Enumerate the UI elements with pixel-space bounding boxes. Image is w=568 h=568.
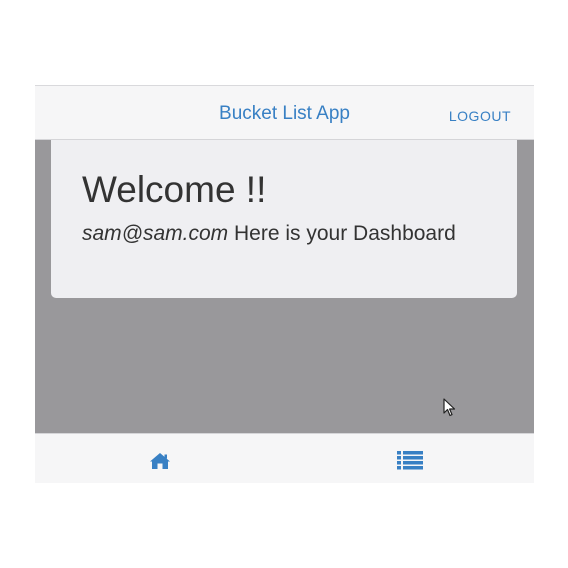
- tab-home[interactable]: [35, 434, 284, 483]
- user-email: sam@sam.com: [82, 222, 229, 245]
- tab-list[interactable]: [285, 434, 534, 483]
- header-bar: Bucket List App LOGOUT: [35, 85, 534, 140]
- dashboard-message: sam@sam.com Here is your Dashboard: [82, 222, 517, 246]
- welcome-heading: Welcome !!: [82, 169, 267, 210]
- app-frame: Bucket List App LOGOUT Welcome !! sam@sa…: [35, 85, 534, 483]
- content-area: Welcome !! sam@sam.com Here is your Dash…: [35, 140, 534, 433]
- mouse-cursor-icon: [443, 398, 456, 417]
- tab-bar: [35, 433, 534, 483]
- logout-button[interactable]: LOGOUT: [449, 108, 511, 124]
- dashboard-message-text: Here is your Dashboard: [228, 222, 456, 245]
- list-icon: [397, 451, 423, 470]
- welcome-card: Welcome !! sam@sam.com Here is your Dash…: [51, 140, 517, 298]
- home-icon: [150, 453, 170, 469]
